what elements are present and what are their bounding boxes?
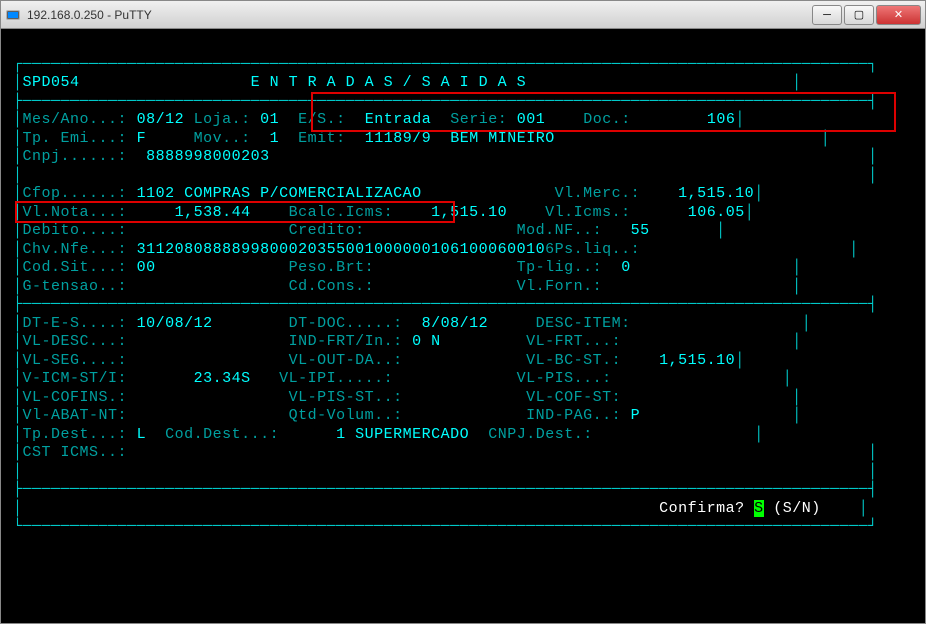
putty-window: 192.168.0.250 - PuTTY ─ ▢ ✕ ┌───────────… xyxy=(0,0,926,624)
serie-label: Serie: xyxy=(450,111,507,128)
vl-desc-label: VL-DESC...: xyxy=(23,333,128,350)
mod-nf-value: 55 xyxy=(631,222,650,239)
emit-name-value: BEM MINEIRO xyxy=(450,130,555,147)
emit-label: Emit: xyxy=(298,130,346,147)
ind-pag-value: P xyxy=(631,407,641,424)
vl-bc-st-value: 1,515.10 xyxy=(659,352,735,369)
loja-label: Loja.: xyxy=(194,111,251,128)
tp-dest-value: L xyxy=(137,426,147,443)
vl-ipi-label: VL-IPI.....: xyxy=(279,370,393,387)
bcalc-value: 1,515.10 xyxy=(431,204,507,221)
screen-title: E N T R A D A S / S A I D A S xyxy=(251,74,527,91)
serie-value: 001 xyxy=(517,111,546,128)
mes-ano-label: Mes/Ano...: xyxy=(23,111,128,128)
doc-label: Doc.: xyxy=(583,111,631,128)
qtd-volum-label: Qtd-Volum..: xyxy=(289,407,403,424)
vl-bc-st-label: VL-BC-ST.: xyxy=(526,352,621,369)
cd-cons-label: Cd.Cons.: xyxy=(289,278,375,295)
mov-label: Mov..: xyxy=(194,130,251,147)
mod-nf-label: Mod.NF..: xyxy=(517,222,603,239)
vl-forn-label: Vl.Forn.: xyxy=(517,278,603,295)
vl-nota-label: Vl.Nota...: xyxy=(23,204,128,221)
debito-label: Debito....: xyxy=(23,222,128,239)
g-tensao-label: G-tensao..: xyxy=(23,278,128,295)
cfop-label: Cfop......: xyxy=(23,185,128,202)
tp-lig-value: 0 xyxy=(621,259,631,276)
window-controls: ─ ▢ ✕ xyxy=(810,5,921,25)
peso-brt-label: Peso.Brt: xyxy=(289,259,375,276)
vl-out-da-label: VL-OUT-DA..: xyxy=(289,352,403,369)
dt-doc-label: DT-DOC.....: xyxy=(289,315,403,332)
cod-dest-value: 1 SUPERMERCADO xyxy=(336,426,469,443)
vl-pis-label: VL-PIS...: xyxy=(517,370,612,387)
tp-lig-label: Tp-lig..: xyxy=(517,259,603,276)
loja-value: 01 xyxy=(260,111,279,128)
vl-cof-st-label: VL-COF-ST: xyxy=(526,389,621,406)
chv-nfe-value: 3112080888899800020355001000000106100060… xyxy=(137,241,546,258)
confirm-label: Confirma? xyxy=(659,500,745,517)
confirm-options: (S/N) xyxy=(773,500,821,517)
bcalc-label: Bcalc.Icms: xyxy=(289,204,394,221)
vl-nota-value: 1,538.44 xyxy=(175,204,251,221)
dt-doc-value: 8/08/12 xyxy=(422,315,489,332)
cst-icms-label: CST ICMS..: xyxy=(23,444,128,461)
vl-icms-value: 106.05 xyxy=(688,204,745,221)
mes-ano-value: 08/12 xyxy=(137,111,185,128)
chv-nfe-label: Chv.Nfe...: xyxy=(23,241,128,258)
confirm-input[interactable]: S xyxy=(754,500,764,517)
es-label: E/S.: xyxy=(298,111,346,128)
vl-abat-nt-label: Vl-ABAT-NT: xyxy=(23,407,128,424)
vl-icms-label: Vl.Icms.: xyxy=(545,204,631,221)
cnpj-dest-label: CNPJ.Dest.: xyxy=(488,426,593,443)
tp-emi-value: F xyxy=(137,130,147,147)
program-id: SPD054 xyxy=(23,74,80,91)
window-title: 192.168.0.250 - PuTTY xyxy=(27,8,810,22)
dt-es-value: 10/08/12 xyxy=(137,315,213,332)
ind-pag-label: IND-PAG..: xyxy=(526,407,621,424)
ind-frt-value: 0 N xyxy=(412,333,441,350)
vl-merc-value: 1,515.10 xyxy=(678,185,754,202)
v-icm-st-label: V-ICM-ST/I: xyxy=(23,370,128,387)
dt-es-label: DT-E-S....: xyxy=(23,315,128,332)
desc-item-label: DESC-ITEM: xyxy=(536,315,631,332)
close-button[interactable]: ✕ xyxy=(876,5,921,25)
cnpj-label: Cnpj......: xyxy=(23,148,128,165)
cfop-value: 1102 COMPRAS P/COMERCIALIZACAO xyxy=(137,185,422,202)
mov-value: 1 xyxy=(270,130,280,147)
putty-icon xyxy=(5,7,21,23)
cod-dest-label: Cod.Dest...: xyxy=(165,426,279,443)
vl-cofins-label: VL-COFINS.: xyxy=(23,389,128,406)
es-value: Entrada xyxy=(365,111,432,128)
emit-code-value: 11189/9 xyxy=(365,130,432,147)
doc-value: 106 xyxy=(707,111,736,128)
tp-dest-label: Tp.Dest...: xyxy=(23,426,128,443)
vl-pis-st-label: VL-PIS-ST..: xyxy=(289,389,403,406)
ps-liq-label: 6Ps.liq..: xyxy=(545,241,640,258)
cod-sit-label: Cod.Sit...: xyxy=(23,259,128,276)
ind-frt-label: IND-FRT/In.: xyxy=(289,333,403,350)
cod-sit-value: 00 xyxy=(137,259,156,276)
v-icm-st-value: 23.34S xyxy=(194,370,251,387)
tp-emi-label: Tp. Emi...: xyxy=(23,130,128,147)
minimize-button[interactable]: ─ xyxy=(812,5,842,25)
vl-merc-label: Vl.Merc.: xyxy=(555,185,641,202)
vl-seg-label: VL-SEG....: xyxy=(23,352,128,369)
credito-label: Credito: xyxy=(289,222,365,239)
titlebar[interactable]: 192.168.0.250 - PuTTY ─ ▢ ✕ xyxy=(1,1,925,29)
cnpj-value: 8888998000203 xyxy=(146,148,270,165)
vl-frt-label: VL-FRT...: xyxy=(526,333,621,350)
terminal-content[interactable]: ┌───────────────────────────────────────… xyxy=(1,29,925,623)
maximize-button[interactable]: ▢ xyxy=(844,5,874,25)
